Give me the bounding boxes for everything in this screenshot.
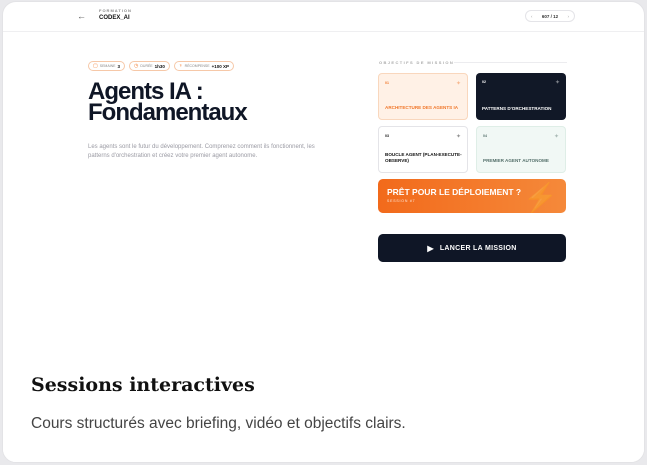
stat-label: DURÉE — [140, 64, 153, 68]
session-pager: ‹ 607 / 12 › — [525, 10, 575, 22]
objective-number: 02 — [482, 80, 486, 84]
feature-subtitle: Cours structurés avec briefing, vidéo et… — [31, 415, 406, 432]
stat-value: 1h30 — [154, 63, 165, 69]
course-description: Les agents sont le futur du développemen… — [88, 144, 315, 159]
stat-week: ▢ SEMAINE 3 — [88, 61, 126, 71]
divider — [454, 62, 567, 63]
course-title: Agents IA : Fondamentaux — [88, 78, 248, 126]
pager-prev-button[interactable]: ‹ — [531, 14, 533, 19]
stats-row: ▢ SEMAINE 3 ◷ DURÉE 1h30 ♆ RÉCOMPENSE +1… — [88, 61, 234, 71]
feature-caption: Sessions interactives Cours structurés a… — [3, 343, 644, 462]
sparkle-icon: ✦ — [553, 134, 559, 140]
deployment-banner: PRÊT POUR LE DÉPLOIEMENT ? SESSION #7 ⚡ — [378, 179, 566, 213]
stat-value: +100 XP — [211, 63, 229, 69]
calendar-icon: ▢ — [93, 63, 98, 69]
launch-mission-button[interactable]: ▶ LANCER LA MISSION — [378, 234, 566, 262]
objective-tile-1[interactable]: 01 ✦ ARCHITECTURE DES AGENTS IA — [378, 73, 468, 120]
stat-label: SEMAINE — [99, 64, 116, 68]
play-icon: ▶ — [427, 243, 434, 253]
pager-indicator: 607 / 12 — [541, 13, 559, 19]
top-bar: ← FORMATION CODEX_AI ‹ 607 / 12 › — [3, 2, 644, 32]
stat-label: RÉCOMPENSE — [184, 64, 210, 68]
objective-number: 04 — [483, 134, 487, 138]
brand-name: CODEX_AI — [99, 15, 130, 21]
sparkle-icon: ✦ — [554, 80, 560, 86]
app-preview-card: ← FORMATION CODEX_AI ‹ 607 / 12 › ▢ SEMA… — [2, 1, 645, 463]
objective-tile-3[interactable]: 03 ✦ BOUCLE AGENT (PLAN-EXECUTE-OBSERVE) — [378, 126, 468, 173]
stat-duration: ◷ DURÉE 1h30 — [129, 61, 170, 71]
launch-label: LANCER LA MISSION — [439, 244, 517, 252]
objectives-heading: OBJECTIFS DE MISSION — [379, 60, 455, 65]
objective-tile-2[interactable]: 02 ✦ PATTERNS D'ORCHESTRATION — [476, 73, 566, 120]
brand-kicker: FORMATION — [99, 8, 132, 13]
objective-number: 01 — [385, 81, 389, 85]
stat-reward: ♆ RÉCOMPENSE +100 XP — [173, 61, 234, 71]
back-arrow-icon[interactable]: ← — [77, 11, 86, 21]
pager-next-button[interactable]: › — [567, 14, 569, 19]
stat-value: 3 — [117, 63, 121, 69]
objective-tile-4[interactable]: 04 ✦ PREMIER AGENT AUTONOME — [476, 126, 566, 173]
objective-number: 03 — [385, 134, 389, 138]
objective-label: BOUCLE AGENT (PLAN-EXECUTE-OBSERVE) — [385, 152, 462, 163]
objective-label: PATTERNS D'ORCHESTRATION — [482, 105, 552, 111]
feature-title: Sessions interactives — [31, 374, 255, 396]
sparkle-icon: ✦ — [455, 134, 461, 140]
objective-label: ARCHITECTURE DES AGENTS IA — [385, 104, 459, 110]
objective-label: PREMIER AGENT AUTONOME — [483, 157, 549, 163]
lightning-icon: ⚡ — [523, 182, 558, 213]
trophy-icon: ♆ — [178, 63, 183, 69]
clock-icon: ◷ — [134, 63, 139, 69]
sparkle-icon: ✦ — [455, 81, 461, 87]
